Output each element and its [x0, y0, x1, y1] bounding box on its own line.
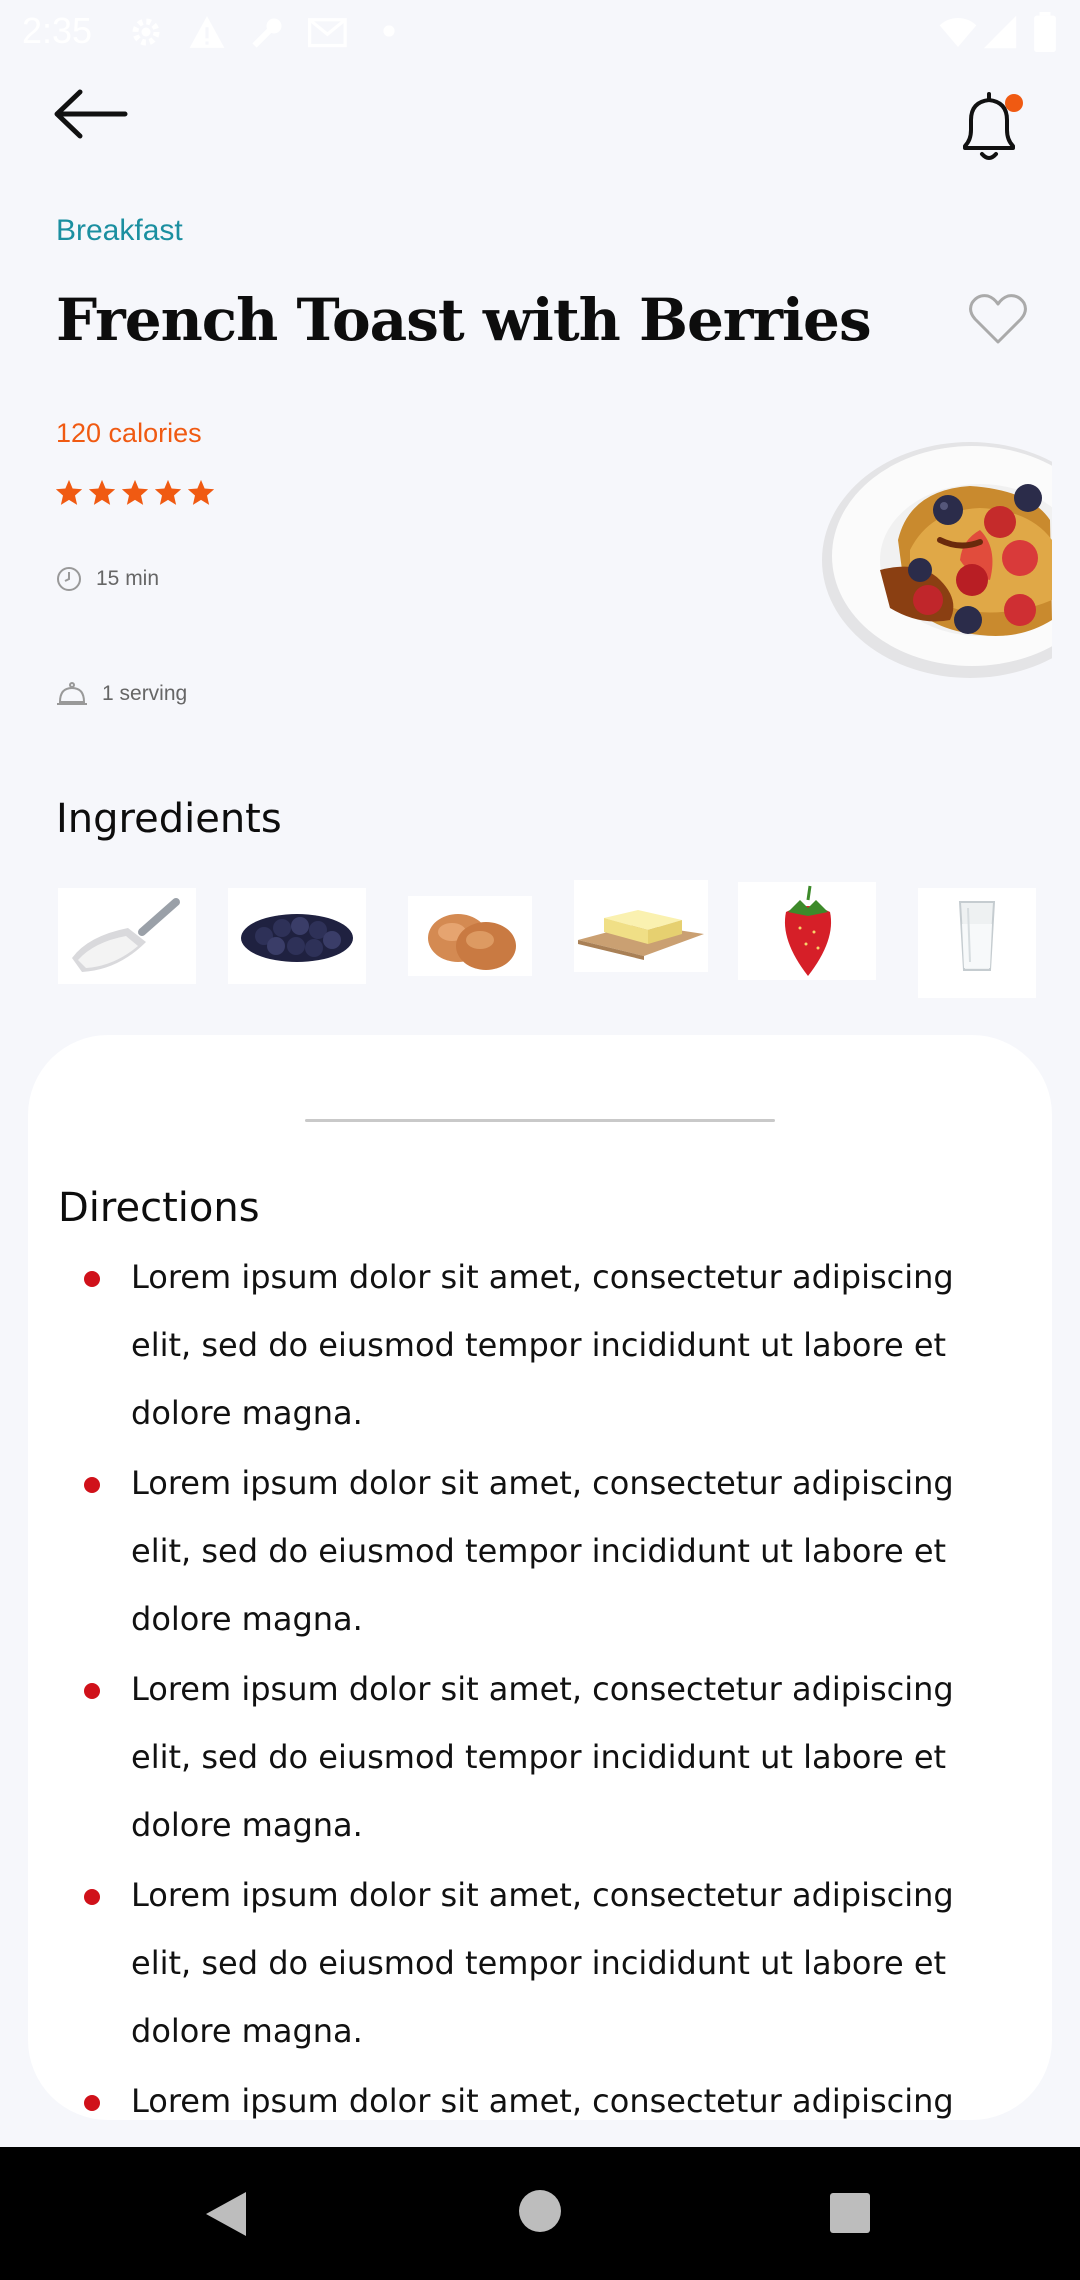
butter-image[interactable] — [574, 880, 708, 972]
direction-step: Lorem ipsum dolor sit amet, consectetur … — [28, 1243, 1052, 1447]
star-icon — [121, 479, 149, 505]
glass-of-milk-image[interactable] — [918, 888, 1036, 998]
bullet-dot-icon — [84, 2095, 100, 2111]
bullet-dot-icon — [84, 1683, 100, 1699]
ingredients-title: Ingredients — [56, 796, 282, 842]
recipe-category: Breakfast — [56, 214, 183, 247]
dot-icon — [383, 25, 395, 37]
bullet-dot-icon — [84, 1477, 100, 1493]
back-button[interactable] — [50, 86, 130, 146]
servings-label: 1 serving — [102, 682, 188, 705]
star-icon — [187, 479, 215, 505]
favorite-button[interactable] — [966, 290, 1030, 348]
settings-icon — [132, 18, 160, 46]
direction-step-text: Lorem ipsum dolor sit amet, consectetur … — [131, 1464, 954, 1638]
system-nav-bar — [0, 2147, 1080, 2280]
recents-square-icon[interactable] — [829, 2192, 871, 2234]
warning-icon — [189, 16, 225, 48]
direction-step: Lorem ipsum dolor sit amet, consectetur … — [28, 1861, 1052, 2065]
wifi-icon — [939, 18, 977, 47]
cook-time: 15 min — [56, 566, 159, 592]
star-icon — [55, 479, 83, 505]
bullet-dot-icon — [84, 1271, 100, 1287]
direction-step-text: Lorem ipsum dolor sit amet, consectetur … — [131, 1670, 954, 1844]
home-circle-icon[interactable] — [518, 2189, 562, 2233]
clock-icon — [57, 567, 81, 591]
wrench-icon — [252, 18, 282, 48]
direction-step: Lorem ipsum dolor sit amet, consectetur … — [28, 2067, 1052, 2120]
back-triangle-icon[interactable] — [202, 2189, 250, 2239]
direction-step: Lorem ipsum dolor sit amet, consectetur … — [28, 1449, 1052, 1653]
notification-badge — [1005, 94, 1023, 112]
cook-time-label: 15 min — [96, 567, 160, 590]
servings: 1 serving — [56, 680, 187, 708]
strawberry-image[interactable] — [738, 882, 876, 980]
blueberries-image[interactable] — [228, 888, 366, 984]
direction-step: Lorem ipsum dolor sit amet, consectetur … — [28, 1655, 1052, 1859]
direction-step-text: Lorem ipsum dolor sit amet, consectetur … — [131, 2082, 954, 2120]
rating-stars — [54, 478, 216, 508]
heart-outline-icon — [969, 294, 1027, 344]
bullet-dot-icon — [84, 1889, 100, 1905]
drag-handle[interactable] — [305, 1119, 775, 1122]
status-bar: 2:35 — [0, 0, 1080, 64]
notification-button[interactable] — [955, 88, 1025, 168]
star-icon — [154, 479, 182, 505]
french-toast-plate-image — [820, 430, 1052, 700]
mail-icon — [308, 18, 347, 48]
directions-sheet[interactable]: Directions Lorem ipsum dolor sit amet, c… — [28, 1035, 1052, 2120]
status-time: 2:35 — [22, 10, 93, 51]
star-icon — [88, 479, 116, 505]
calories-label: 120 calories — [56, 418, 202, 448]
arrow-left-icon — [54, 89, 128, 139]
battery-icon — [1034, 12, 1056, 52]
directions-title: Directions — [58, 1185, 260, 1231]
cloche-icon — [57, 682, 87, 705]
flour-scoop-image[interactable] — [58, 888, 196, 984]
direction-step-text: Lorem ipsum dolor sit amet, consectetur … — [131, 1876, 954, 2050]
direction-step-text: Lorem ipsum dolor sit amet, consectetur … — [131, 1258, 954, 1432]
signal-icon — [983, 15, 1017, 49]
directions-list: Lorem ipsum dolor sit amet, consectetur … — [28, 1243, 1052, 2120]
eggs-image[interactable] — [408, 896, 532, 976]
recipe-title: French Toast with Berries — [56, 286, 872, 354]
